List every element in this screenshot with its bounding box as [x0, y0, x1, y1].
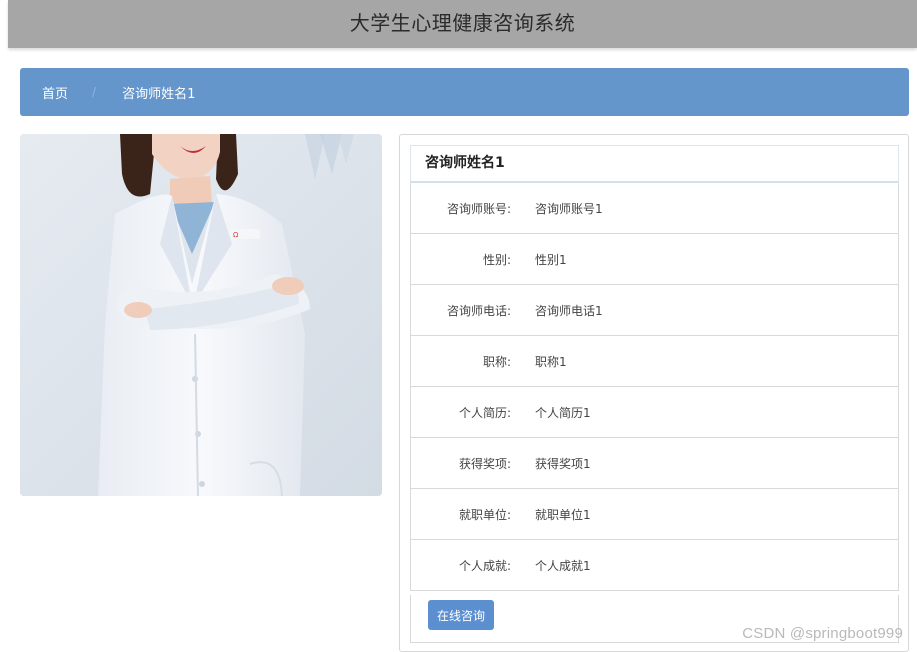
breadcrumb-separator: /: [92, 85, 97, 99]
counselor-photo: Ω: [20, 134, 382, 496]
online-consult-button[interactable]: 在线咨询: [428, 600, 495, 630]
detail-fields: 咨询师账号: 咨询师账号1 性别: 性别1 咨询师电话: 咨询师电话1 职称: …: [410, 183, 899, 591]
breadcrumb-current: 咨询师姓名1: [122, 86, 196, 102]
field-label: 咨询师电话:: [446, 303, 511, 318]
page: 大学生心理健康咨询系统 首页 / 咨询师姓名1 Ω 咨询师姓名1 咨询师账号: …: [0, 0, 917, 652]
field-label: 获得奖项:: [458, 456, 511, 471]
field-row-awards: 获得奖项: 获得奖项1: [410, 438, 899, 489]
field-value: 获得奖项1: [535, 456, 591, 471]
field-value: 性别1: [535, 252, 567, 267]
counselor-name-heading: 咨询师姓名1: [410, 145, 899, 183]
breadcrumb-home-link[interactable]: 首页: [42, 83, 68, 102]
counselor-detail-card: 咨询师姓名1 咨询师账号: 咨询师账号1 性别: 性别1 咨询师电话: 咨询师电…: [399, 134, 909, 652]
field-row-resume: 个人简历: 个人简历1: [410, 387, 899, 438]
csdn-watermark: CSDN @springboot999: [742, 625, 903, 642]
field-label: 就职单位:: [458, 507, 511, 522]
field-row-achievements: 个人成就: 个人成就1: [410, 540, 899, 591]
field-label: 个人简历:: [458, 405, 511, 420]
field-value: 就职单位1: [535, 507, 591, 522]
field-row-account: 咨询师账号: 咨询师账号1: [410, 183, 899, 234]
counselor-photo-illustration: Ω: [20, 134, 382, 496]
field-row-phone: 咨询师电话: 咨询师电话1: [410, 285, 899, 336]
breadcrumb: 首页 / 咨询师姓名1: [20, 68, 909, 116]
field-row-employer: 就职单位: 就职单位1: [410, 489, 899, 540]
field-label: 性别:: [482, 252, 511, 267]
field-value: 咨询师电话1: [535, 303, 603, 318]
site-title: 大学生心理健康咨询系统: [349, 11, 576, 35]
site-header: 大学生心理健康咨询系统: [8, 0, 917, 48]
field-value: 职称1: [535, 354, 567, 369]
field-value: 咨询师账号1: [535, 201, 603, 216]
svg-text:Ω: Ω: [233, 231, 239, 239]
field-row-title: 职称: 职称1: [410, 336, 899, 387]
field-label: 咨询师账号:: [446, 201, 511, 216]
field-row-gender: 性别: 性别1: [410, 234, 899, 285]
field-label: 个人成就:: [458, 558, 511, 573]
field-label: 职称:: [482, 354, 511, 369]
field-value: 个人成就1: [535, 558, 591, 573]
field-value: 个人简历1: [535, 405, 591, 420]
